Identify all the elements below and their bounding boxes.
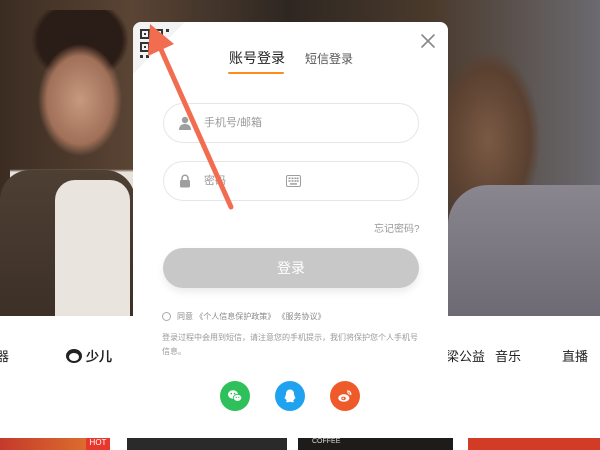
qq-login-button[interactable] [275,381,305,411]
weibo-login-button[interactable] [330,381,360,411]
wechat-login-button[interactable] [220,381,250,411]
user-icon [179,116,191,130]
keyboard-icon[interactable] [286,175,301,187]
password-input[interactable] [204,171,274,191]
category-kids-label: 少儿 [86,349,113,364]
active-tab-indicator [228,72,284,74]
lock-icon [180,174,190,188]
phone-email-field[interactable] [163,103,419,143]
thumbnail-text: COFFEE [312,438,341,445]
video-thumbnail[interactable] [127,438,287,450]
agreement-text: 同意 《个人信息保护政策》 《服务协议》 [177,311,325,322]
qq-icon [284,389,296,403]
login-button[interactable]: 登录 [163,248,419,288]
category-public-welfare[interactable]: 梁公益 [446,346,485,365]
video-thumbnail[interactable] [468,438,600,450]
login-tabs: 账号登录 短信登录 [133,48,448,78]
agreement-row: 同意 《个人信息保护政策》 《服务协议》 [162,309,325,323]
privacy-policy-link[interactable]: 《个人信息保护政策》 [195,312,275,321]
weibo-icon [338,390,352,402]
forgot-password-link[interactable]: 忘记密码? [374,220,420,235]
password-field[interactable] [163,161,419,201]
bear-icon [66,348,82,363]
login-modal: 账号登录 短信登录 忘记密码? 登录 [133,22,448,432]
video-thumbnail[interactable]: COFFEE [298,438,453,450]
service-agreement-link[interactable]: 《服务协议》 [277,312,325,321]
hot-badge: HOT [86,438,110,450]
category-music[interactable]: 音乐 [495,346,521,365]
hero-person-right-jacket [448,185,600,316]
agreement-checkbox[interactable] [162,311,171,321]
hero-person-left-shirt [55,180,130,316]
sms-notice-text: 登录过程中会用到短信，请注意您的手机提示，我们将保护您个人手机号信息。 [162,333,418,356]
wechat-icon [228,390,243,402]
tab-sms-login[interactable]: 短信登录 [305,50,353,67]
phone-email-input[interactable] [204,113,354,133]
tab-account-login[interactable]: 账号登录 [229,48,285,68]
category-live[interactable]: 直播 [562,346,588,365]
category-partial[interactable]: 器 [0,346,9,365]
category-kids[interactable]: 少儿 [66,346,112,365]
agreement-prefix: 同意 [177,311,193,321]
